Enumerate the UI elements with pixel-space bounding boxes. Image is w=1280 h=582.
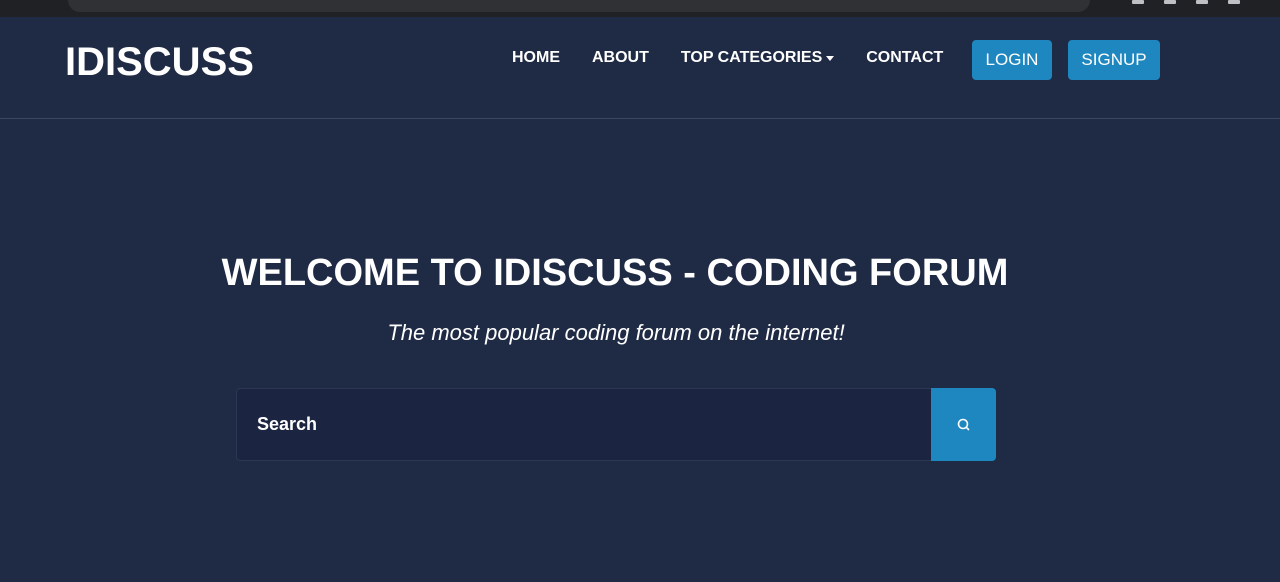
nav-link-label: CONTACT — [866, 49, 944, 66]
nav-dropdown-top-categories[interactable]: TOP CATEGORIES — [680, 49, 835, 67]
browser-extension-icons — [1132, 0, 1240, 6]
hero-subtitle: The most popular coding forum on the int… — [387, 320, 845, 345]
hero-title: WELCOME TO IDISCUSS - CODING FORUM — [221, 252, 1009, 294]
nav-link-contact[interactable]: CONTACT — [866, 49, 943, 67]
nav-link-about[interactable]: ABOUT — [592, 49, 649, 67]
search-input[interactable] — [237, 388, 931, 461]
extension-icon[interactable] — [1228, 0, 1240, 4]
browser-toolbar — [0, 0, 1280, 17]
search-icon — [957, 418, 969, 430]
login-button[interactable]: LOGIN — [972, 40, 1052, 80]
extension-icon[interactable] — [1196, 0, 1208, 4]
extension-icon[interactable] — [1164, 0, 1176, 4]
brand-logo[interactable]: IDISCUSS — [65, 40, 254, 85]
nav-link-home[interactable]: HOME — [512, 49, 560, 67]
signup-button[interactable]: SIGNUP — [1068, 40, 1160, 80]
extension-icon[interactable] — [1132, 0, 1144, 4]
navbar: IDISCUSS HOME ABOUT TOP CATEGORIES CONTA… — [0, 17, 1280, 119]
nav-link-label: ABOUT — [592, 49, 649, 66]
caret-down-icon — [826, 55, 835, 61]
search-button[interactable] — [931, 388, 996, 461]
search-box — [236, 388, 932, 461]
browser-address-bar[interactable] — [68, 0, 1090, 12]
nav-links: HOME ABOUT TOP CATEGORIES CONTACT — [512, 49, 975, 67]
nav-link-label: TOP CATEGORIES — [680, 49, 823, 66]
nav-link-label: HOME — [512, 49, 560, 66]
